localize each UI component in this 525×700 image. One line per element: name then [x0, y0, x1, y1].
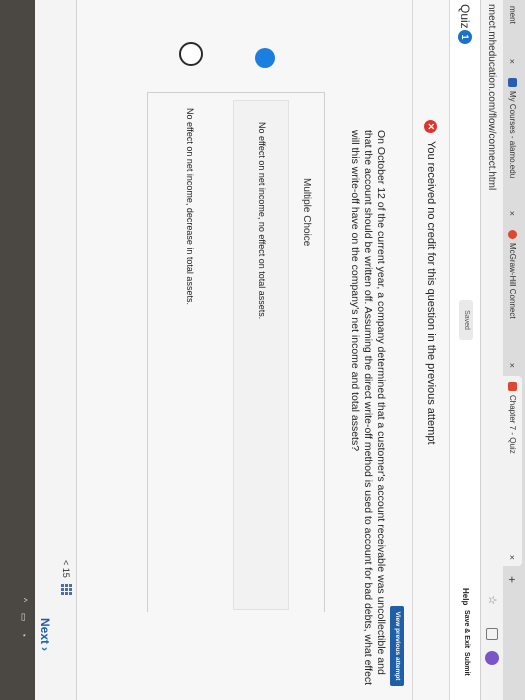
radio-selected[interactable] [255, 48, 275, 68]
address-bar[interactable]: nnect.mheducation.com/flow/connect.html … [480, 0, 503, 700]
connect-favicon-icon [508, 230, 517, 239]
bookmark-star-icon[interactable]: ☆ [486, 595, 499, 605]
tab-my-courses[interactable]: My Courses - alamo.edu × [503, 72, 522, 222]
question-type-label: Multiple Choice [301, 178, 312, 247]
question-number-badge: 1 [458, 30, 472, 44]
submit-button[interactable]: Submit [463, 652, 470, 676]
view-previous-attempt-button[interactable]: View previous attempt [390, 606, 404, 686]
tab-chapter-quiz[interactable]: Chapter 7 - Quiz × [503, 376, 522, 566]
extension-icon[interactable] [486, 628, 498, 640]
tab-label: Chapter 7 - Quiz [508, 395, 517, 454]
tab-bar: ment × My Courses - alamo.edu × McGraw-H… [502, 0, 525, 700]
desk-background [0, 0, 35, 700]
browser-window: ment × My Courses - alamo.edu × McGraw-H… [0, 0, 525, 700]
choice-option-label[interactable]: No effect on net income, no effect on to… [257, 122, 267, 319]
profile-avatar-icon[interactable] [485, 651, 499, 665]
choice-option-label[interactable]: No effect on net income, decrease in tot… [185, 108, 195, 305]
tab-mcgraw-hill[interactable]: McGraw-Hill Connect × [503, 224, 522, 374]
radio-unselected[interactable] [179, 42, 203, 66]
page-title: Quiz [458, 4, 472, 29]
quiz-header: Quiz 1 Saved Help Save & Exit Submit [449, 0, 480, 700]
site-favicon-icon [508, 78, 517, 87]
close-icon[interactable]: × [508, 555, 518, 560]
chevron-right-icon: › [38, 647, 52, 652]
close-icon[interactable]: × [508, 211, 518, 216]
notice-text: You received no credit for this question… [425, 141, 437, 445]
page-indicator: < 15 [61, 560, 71, 578]
tab-label: My Courses - alamo.edu [508, 91, 517, 179]
save-exit-button[interactable]: Save & Exit [463, 610, 470, 648]
question-pager[interactable]: < 15 [60, 560, 72, 596]
system-tray-icons: ^ ▭ ◔ [19, 598, 29, 642]
close-icon[interactable]: × [508, 363, 518, 368]
question-grid-icon[interactable] [60, 583, 72, 596]
saved-status-badge: Saved [459, 300, 473, 340]
next-button[interactable]: Next › [38, 618, 52, 651]
help-button[interactable]: Help [461, 588, 470, 605]
close-icon[interactable]: × [508, 59, 518, 64]
url-text[interactable]: nnect.mheducation.com/flow/connect.html [487, 4, 498, 190]
x-circle-icon: ✕ [424, 120, 438, 133]
connect-favicon-icon [508, 382, 517, 391]
divider [412, 0, 413, 700]
new-tab-button[interactable]: + [503, 570, 522, 590]
next-label: Next [38, 618, 52, 645]
previous-attempt-notice: ✕ You received no credit for this questi… [420, 120, 442, 620]
tab-label: ment [508, 6, 517, 24]
tab-label: McGraw-Hill Connect [508, 243, 517, 319]
question-text: On October 12 of the current year, a com… [349, 130, 387, 686]
tab-assignment[interactable]: ment × [503, 0, 522, 70]
